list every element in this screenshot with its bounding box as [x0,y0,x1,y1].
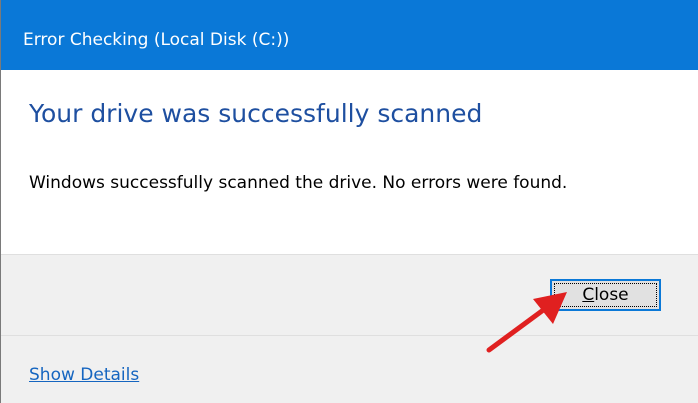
close-button-label: lose [594,285,629,305]
close-button-accelerator: C [582,285,595,305]
title-bar: Error Checking (Local Disk (C:)) [1,0,698,70]
result-message: Windows successfully scanned the drive. … [29,173,568,193]
button-area: Close [1,254,698,336]
dialog-footer: Show Details [1,336,698,403]
dialog-content: Your drive was successfully scanned Wind… [1,70,698,254]
error-checking-dialog: Error Checking (Local Disk (C:)) Your dr… [0,0,698,403]
show-details-link[interactable]: Show Details [29,364,139,386]
close-button-focus-rect: Close [554,283,657,307]
close-button[interactable]: Close [550,279,661,311]
main-instruction-heading: Your drive was successfully scanned [29,99,483,128]
window-title: Error Checking (Local Disk (C:)) [23,30,290,50]
